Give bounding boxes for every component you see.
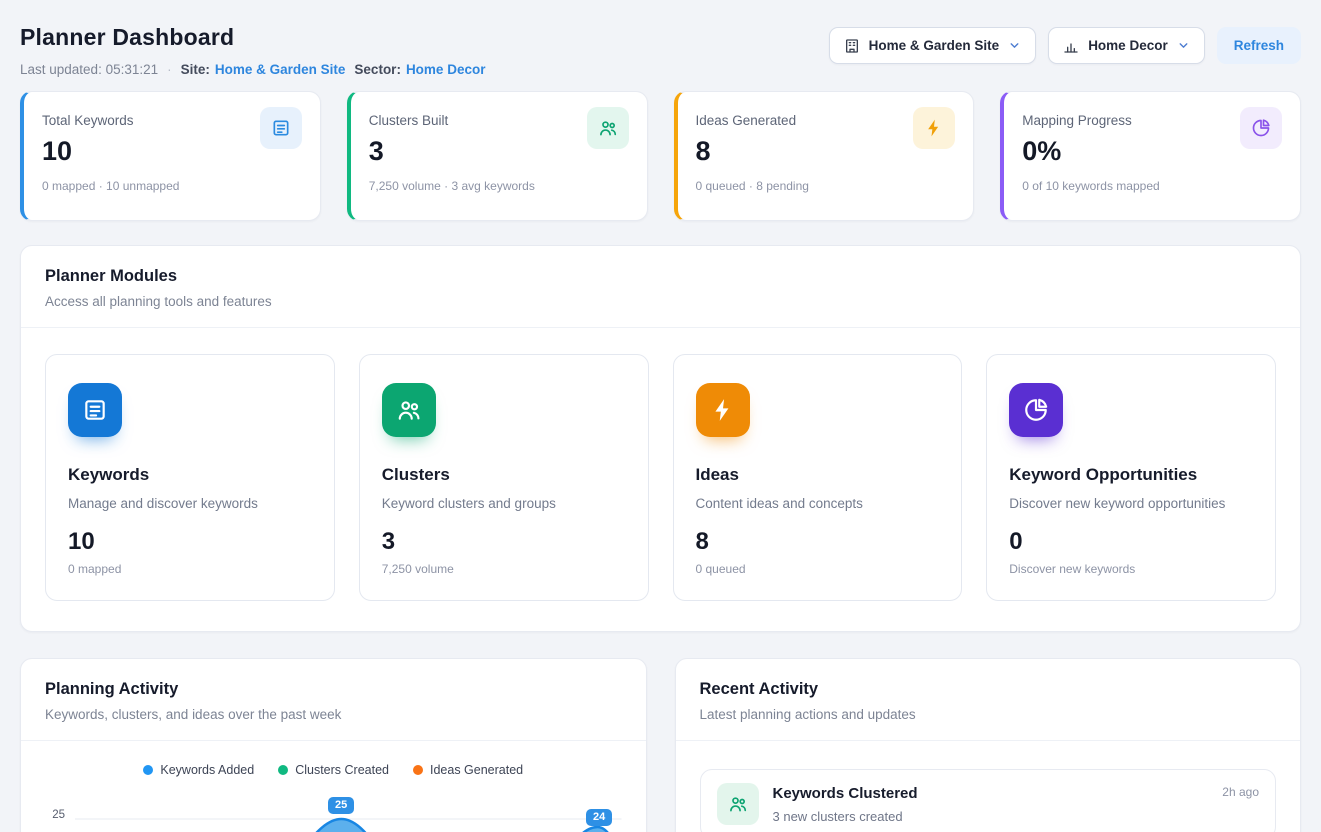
pie-chart-icon	[1240, 107, 1282, 149]
refresh-button[interactable]: Refresh	[1217, 27, 1301, 64]
sector-meta: Sector: Home Decor	[354, 62, 485, 77]
site-link[interactable]: Home & Garden Site	[215, 62, 346, 77]
recent-activity-title: Recent Activity	[700, 680, 1277, 699]
module-card-keywords[interactable]: Keywords Manage and discover keywords 10…	[45, 354, 335, 601]
module-caption: 0 mapped	[68, 562, 312, 576]
legend-item-clusters-created: Clusters Created	[278, 763, 389, 777]
stats-row: Total Keywords 10 0 mapped · 10 unmapped…	[20, 91, 1301, 221]
stat-card-ideas-generated: Ideas Generated 8 0 queued · 8 pending	[674, 91, 975, 221]
users-icon	[382, 383, 436, 437]
recent-activity-subtitle: Latest planning actions and updates	[700, 707, 1277, 722]
module-caption: 7,250 volume	[382, 562, 626, 576]
stat-card-clusters-built: Clusters Built 3 7,250 volume · 3 avg ke…	[347, 91, 648, 221]
planning-activity-panel: Planning Activity Keywords, clusters, an…	[20, 658, 647, 832]
sector-selector-label: Home Decor	[1088, 38, 1168, 53]
module-description: Content ideas and concepts	[696, 496, 940, 511]
sector-label: Sector:	[354, 62, 401, 77]
planning-activity-subtitle: Keywords, clusters, and ideas over the p…	[45, 707, 622, 722]
activity-item-body: Keywords Clustered 3 new clusters create…	[773, 783, 1209, 824]
stat-label: Mapping Progress	[1022, 113, 1132, 128]
header-left: Planner Dashboard Last updated: 05:31:21…	[20, 16, 485, 77]
planning-activity-title: Planning Activity	[45, 680, 622, 699]
stat-label: Ideas Generated	[696, 113, 797, 128]
module-title: Ideas	[696, 465, 940, 485]
site-selector-dropdown[interactable]: Home & Garden Site	[829, 27, 1037, 64]
stat-label: Clusters Built	[369, 113, 449, 128]
modules-title: Planner Modules	[45, 267, 1276, 286]
header-controls: Home & Garden Site Home Decor Refresh	[829, 27, 1301, 64]
stat-label: Total Keywords	[42, 113, 134, 128]
bottom-row: Planning Activity Keywords, clusters, an…	[20, 658, 1301, 832]
modules-subtitle: Access all planning tools and features	[45, 294, 1276, 309]
module-card-ideas[interactable]: Ideas Content ideas and concepts 8 0 que…	[673, 354, 963, 601]
site-selector-label: Home & Garden Site	[869, 38, 1000, 53]
planner-dashboard-page: Planner Dashboard Last updated: 05:31:21…	[0, 0, 1321, 832]
module-value: 10	[68, 528, 312, 556]
stat-caption: 0 of 10 keywords mapped	[1022, 179, 1282, 193]
stat-value: 0%	[1022, 137, 1132, 167]
users-icon	[717, 783, 759, 825]
stat-card-mapping-progress: Mapping Progress 0% 0 of 10 keywords map…	[1000, 91, 1301, 221]
planner-modules-panel: Planner Modules Access all planning tool…	[20, 245, 1301, 632]
module-card-clusters[interactable]: Clusters Keyword clusters and groups 3 7…	[359, 354, 649, 601]
data-point-label: 25	[328, 797, 354, 814]
chevron-down-icon	[1177, 39, 1190, 52]
module-description: Discover new keyword opportunities	[1009, 496, 1253, 511]
last-updated-text: Last updated: 05:31:21	[20, 62, 158, 77]
chevron-down-icon	[1008, 39, 1021, 52]
stat-caption: 7,250 volume · 3 avg keywords	[369, 179, 629, 193]
legend-item-ideas-generated: Ideas Generated	[413, 763, 523, 777]
module-card-keyword-opportunities[interactable]: Keyword Opportunities Discover new keywo…	[986, 354, 1276, 601]
site-meta: Site: Home & Garden Site	[181, 62, 346, 77]
activity-item-title: Keywords Clustered	[773, 785, 1209, 802]
module-description: Manage and discover keywords	[68, 496, 312, 511]
stat-value: 8	[696, 137, 797, 167]
data-point-label: 24	[586, 809, 612, 826]
bar-chart-icon	[1063, 38, 1079, 54]
document-icon	[260, 107, 302, 149]
activity-item-timestamp: 2h ago	[1222, 785, 1259, 799]
sector-link[interactable]: Home Decor	[406, 62, 486, 77]
stat-caption: 0 mapped · 10 unmapped	[42, 179, 302, 193]
legend-dot-blue	[143, 765, 153, 775]
module-title: Keyword Opportunities	[1009, 465, 1253, 485]
stat-caption: 0 queued · 8 pending	[696, 179, 956, 193]
module-title: Clusters	[382, 465, 626, 485]
lightning-icon	[696, 383, 750, 437]
stat-value: 3	[369, 137, 449, 167]
sector-selector-dropdown[interactable]: Home Decor	[1048, 27, 1205, 64]
recent-activity-panel: Recent Activity Latest planning actions …	[675, 658, 1302, 832]
stat-value: 10	[42, 137, 134, 167]
y-axis-tick: 25	[41, 809, 65, 821]
module-caption: 0 queued	[696, 562, 940, 576]
users-icon	[587, 107, 629, 149]
page-title: Planner Dashboard	[20, 24, 485, 51]
module-description: Keyword clusters and groups	[382, 496, 626, 511]
module-value: 3	[382, 528, 626, 556]
legend-dot-green	[278, 765, 288, 775]
document-icon	[68, 383, 122, 437]
activity-item-description: 3 new clusters created	[773, 809, 1209, 824]
module-value: 8	[696, 528, 940, 556]
stat-card-total-keywords: Total Keywords 10 0 mapped · 10 unmapped	[20, 91, 321, 221]
meta-separator: ·	[167, 62, 172, 77]
modules-grid: Keywords Manage and discover keywords 10…	[21, 328, 1300, 631]
lightning-icon	[913, 107, 955, 149]
activity-list-item[interactable]: Keywords Clustered 3 new clusters create…	[700, 769, 1277, 832]
chart-legend: Keywords Added Clusters Created Ideas Ge…	[21, 741, 646, 783]
legend-dot-orange	[413, 765, 423, 775]
module-caption: Discover new keywords	[1009, 562, 1253, 576]
page-header: Planner Dashboard Last updated: 05:31:21…	[20, 16, 1301, 77]
pie-chart-icon	[1009, 383, 1063, 437]
module-value: 0	[1009, 528, 1253, 556]
site-label: Site:	[181, 62, 210, 77]
legend-item-keywords-added: Keywords Added	[143, 763, 254, 777]
meta-line: Last updated: 05:31:21 · Site: Home & Ga…	[20, 62, 485, 77]
module-title: Keywords	[68, 465, 312, 485]
building-icon	[844, 38, 860, 54]
area-chart: 25 25 24	[41, 793, 622, 832]
